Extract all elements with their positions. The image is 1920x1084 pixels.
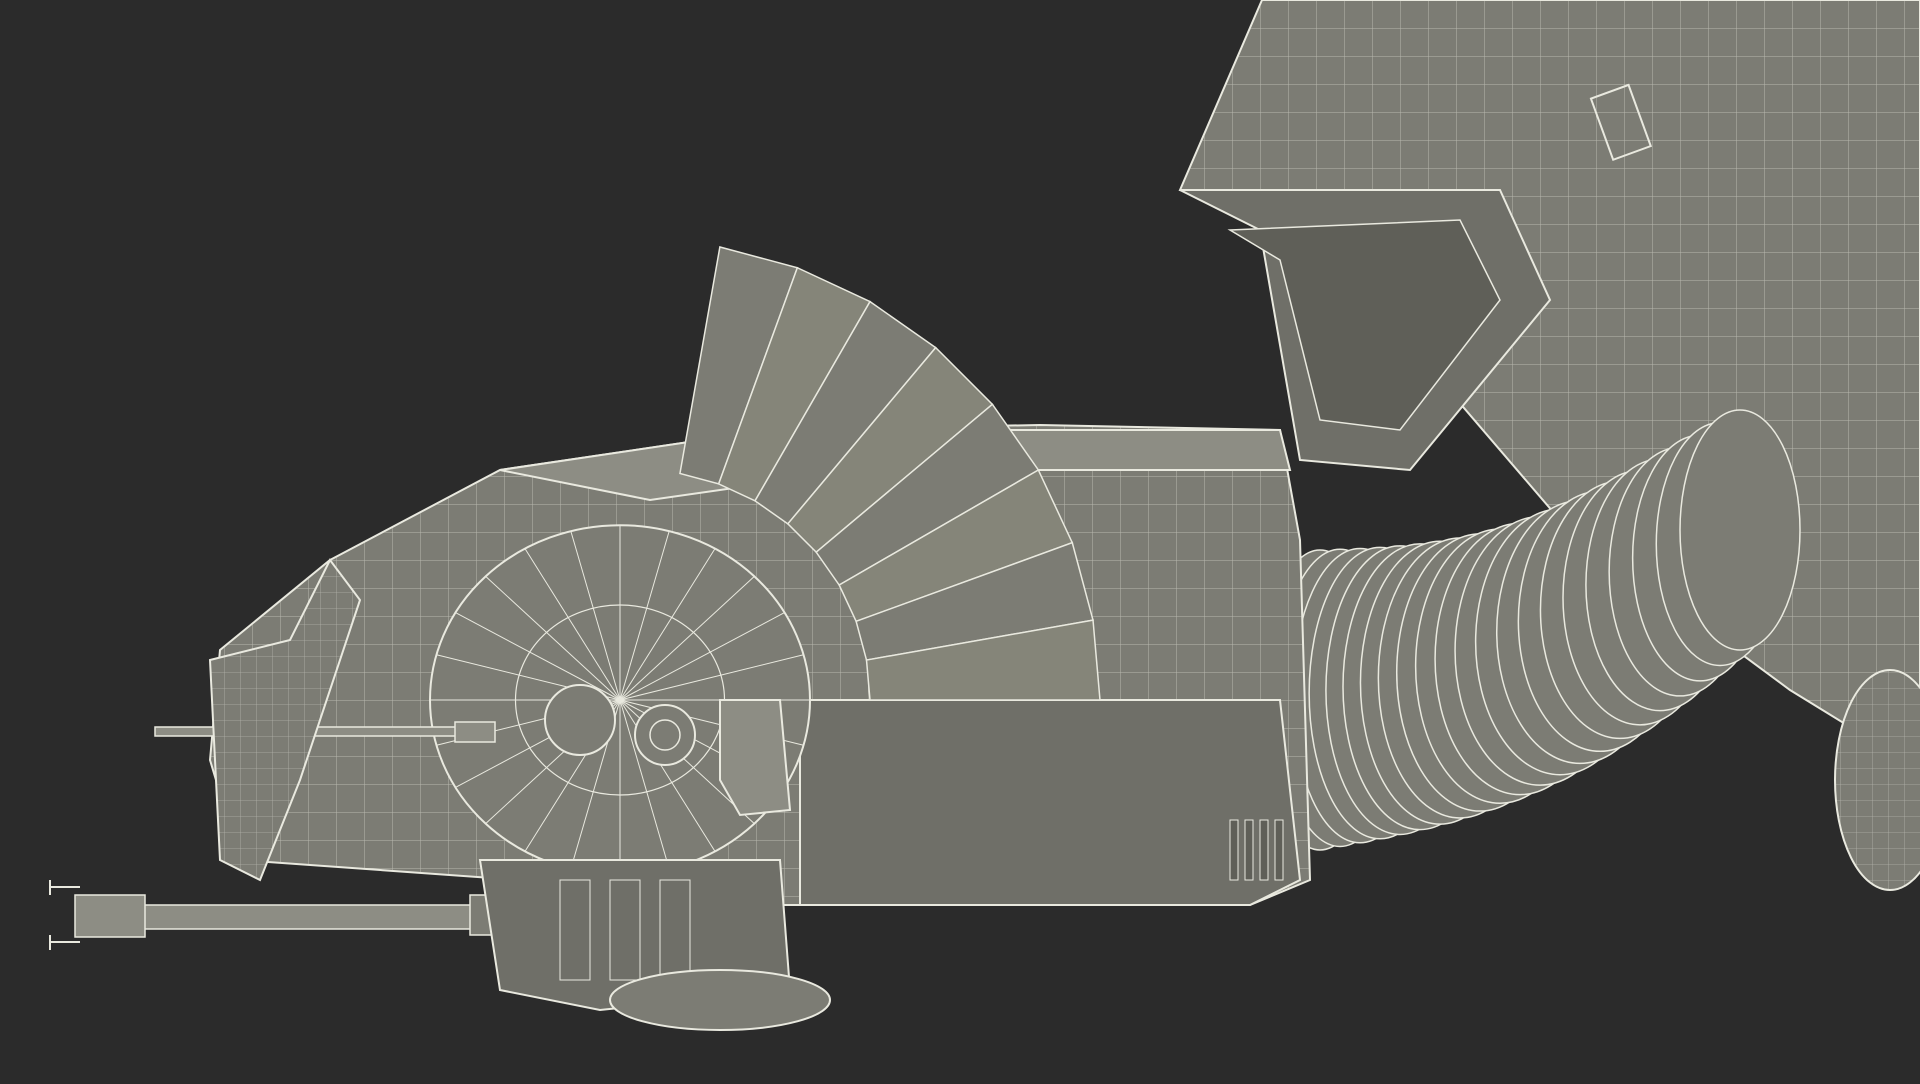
main-cannon [49, 880, 531, 950]
neck-rib [1679, 409, 1801, 651]
undercarriage [478, 859, 831, 1031]
wireframe-render [49, 0, 1920, 1031]
viewport [0, 0, 1920, 1080]
